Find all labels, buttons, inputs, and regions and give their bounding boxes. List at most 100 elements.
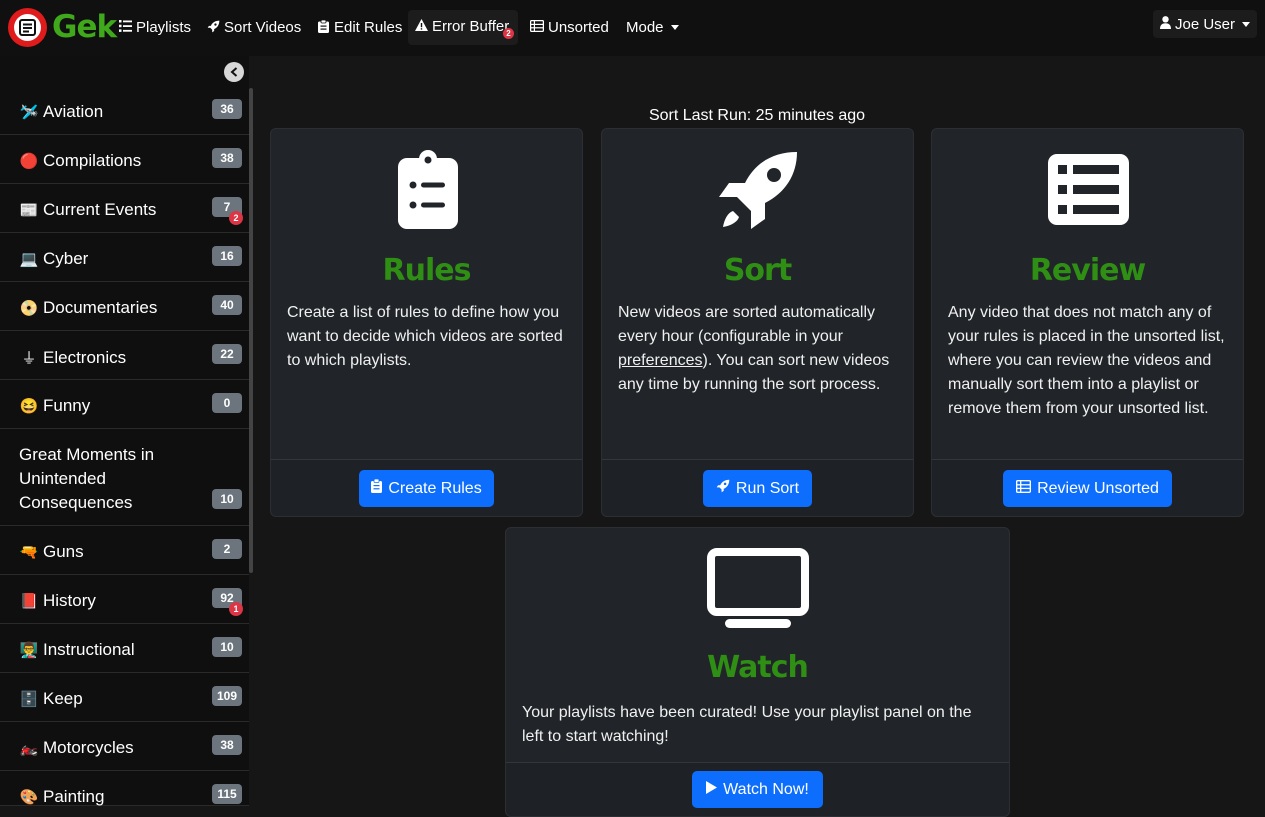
sidebar-scrollbar[interactable] bbox=[249, 88, 253, 573]
card-title: Rules bbox=[382, 253, 472, 288]
airplane-icon: 🛩️ bbox=[19, 104, 39, 121]
sidebar-item-motorcycles[interactable]: 🏍️ Motorcycles 38 bbox=[0, 723, 249, 771]
playlist-count-badge: 2 bbox=[212, 539, 242, 559]
sidebar-item-label: Funny bbox=[43, 396, 91, 415]
playlist-count-badge: 16 bbox=[212, 246, 242, 266]
sidebar-item-label: Cyber bbox=[43, 249, 89, 268]
run-sort-label: Run Sort bbox=[735, 479, 800, 497]
playlist-count-badge: 38 bbox=[212, 735, 242, 755]
preferences-link[interactable]: preferences bbox=[618, 352, 703, 369]
user-menu-button[interactable]: Joe User bbox=[1153, 10, 1257, 38]
sidebar-item-current-events[interactable]: 📰 Current Events 7 2 bbox=[0, 185, 249, 233]
clipboard-icon bbox=[316, 19, 330, 36]
card-footer: Run Sort bbox=[602, 459, 913, 516]
alert-count-badge: 1 bbox=[229, 602, 243, 616]
card-footer: Review Unsorted bbox=[932, 459, 1243, 516]
sidebar-item-documentaries[interactable]: 📀 Documentaries 40 bbox=[0, 283, 249, 331]
play-icon bbox=[706, 780, 718, 799]
sidebar-item-label: Instructional bbox=[43, 640, 135, 659]
sidebar-item-history[interactable]: 📕 History 92 1 bbox=[0, 576, 249, 624]
playlist-count-badge: 38 bbox=[212, 148, 242, 168]
logo-icon[interactable] bbox=[8, 8, 47, 47]
card-title: Review bbox=[1029, 253, 1146, 288]
create-rules-button[interactable]: Create Rules bbox=[359, 470, 494, 507]
sidebar-item-cyber[interactable]: 💻 Cyber 16 bbox=[0, 234, 249, 282]
clipboard-list-icon bbox=[397, 150, 459, 235]
nav-error-buffer[interactable]: Error Buffer bbox=[414, 18, 509, 35]
card-text: Any video that does not match any of you… bbox=[948, 304, 1225, 417]
card-footer: Create Rules bbox=[271, 459, 582, 516]
clipboard-icon bbox=[371, 478, 383, 498]
table-list-icon bbox=[1016, 479, 1032, 498]
collapse-sidebar-button[interactable] bbox=[224, 62, 244, 82]
top-navbar: Gek Playlists Sort Videos Edit Rules Err… bbox=[0, 0, 1265, 56]
dvd-icon: 📀 bbox=[19, 300, 39, 317]
nav-unsorted[interactable]: Unsorted bbox=[529, 19, 609, 36]
sidebar-item-label: Guns bbox=[43, 542, 84, 561]
card-text: Create a list of rules to define how you… bbox=[287, 304, 563, 369]
playlist-count-badge: 22 bbox=[212, 344, 242, 364]
user-icon bbox=[1159, 15, 1171, 33]
playlist-count-badge: 109 bbox=[212, 686, 242, 706]
sidebar-item-painting[interactable]: 🎨 Painting 115 bbox=[0, 772, 249, 806]
playlist-count-badge: 40 bbox=[212, 295, 242, 315]
watch-card: Watch Your playlists have been curated! … bbox=[505, 527, 1010, 817]
nav-playlists[interactable]: Playlists bbox=[118, 19, 191, 36]
nav-unsorted-label: Unsorted bbox=[548, 19, 609, 36]
list-icon bbox=[118, 20, 132, 35]
run-sort-button[interactable]: Run Sort bbox=[703, 470, 812, 507]
card-footer: Watch Now! bbox=[506, 762, 1009, 816]
table-list-icon bbox=[529, 19, 545, 35]
sidebar-item-keep[interactable]: 🗄️ Keep 109 bbox=[0, 674, 249, 722]
sidebar-item-label: Current Events bbox=[43, 200, 157, 219]
playlist-count-badge: 0 bbox=[212, 393, 242, 413]
laughing-face-icon: 😆 bbox=[19, 398, 39, 415]
create-rules-label: Create Rules bbox=[388, 479, 482, 497]
card-title: Sort bbox=[723, 253, 792, 288]
watch-now-button[interactable]: Watch Now! bbox=[692, 771, 823, 808]
nav-sort-videos-label: Sort Videos bbox=[224, 19, 302, 36]
tv-icon bbox=[707, 548, 809, 634]
sidebar-item-label: Painting bbox=[43, 787, 105, 806]
review-unsorted-label: Review Unsorted bbox=[1037, 479, 1159, 497]
sidebar-item-great-moments[interactable]: Great Moments in Unintended Consequences… bbox=[0, 430, 249, 526]
nav-edit-rules[interactable]: Edit Rules bbox=[316, 19, 402, 36]
sidebar-item-instructional[interactable]: 👨‍🏫 Instructional 10 bbox=[0, 625, 249, 673]
ground-symbol-icon: ⏚ bbox=[21, 350, 37, 367]
warning-icon bbox=[414, 19, 428, 34]
sidebar-item-label: Great Moments in Unintended Consequences bbox=[19, 445, 155, 512]
sidebar-item-label: Compilations bbox=[43, 151, 142, 170]
alert-count-badge: 2 bbox=[229, 211, 243, 225]
brand-name[interactable]: Gek bbox=[52, 9, 117, 45]
rocket-icon bbox=[717, 151, 799, 236]
playlist-count-badge: 10 bbox=[212, 637, 242, 657]
sidebar-item-label: Electronics bbox=[43, 348, 127, 367]
red-circle-icon: 🔴 bbox=[19, 153, 39, 170]
nav-mode-dropdown[interactable]: Mode bbox=[626, 19, 679, 36]
water-pistol-icon: 🔫 bbox=[19, 544, 39, 561]
sidebar-item-label: Motorcycles bbox=[43, 738, 134, 757]
sidebar-item-aviation[interactable]: 🛩️ Aviation 36 bbox=[0, 87, 249, 135]
sidebar-item-guns[interactable]: 🔫 Guns 2 bbox=[0, 527, 249, 575]
nav-mode-label: Mode bbox=[626, 19, 664, 36]
playlist-count-badge: 36 bbox=[212, 99, 242, 119]
sidebar-item-compilations[interactable]: 🔴 Compilations 38 bbox=[0, 136, 249, 184]
review-unsorted-button[interactable]: Review Unsorted bbox=[1003, 470, 1172, 507]
nav-playlists-label: Playlists bbox=[136, 19, 192, 36]
rocket-icon bbox=[716, 479, 730, 498]
sidebar-item-funny[interactable]: 😆 Funny 0 bbox=[0, 381, 249, 429]
watch-now-label: Watch Now! bbox=[723, 780, 809, 798]
error-count-badge: 2 bbox=[503, 28, 514, 39]
review-card: Review Any video that does not match any… bbox=[931, 128, 1244, 517]
laptop-icon: 💻 bbox=[19, 251, 39, 268]
chevron-left-icon bbox=[230, 65, 238, 80]
sort-text-before: New videos are sorted automatically ever… bbox=[618, 304, 876, 345]
card-text: New videos are sorted automatically ever… bbox=[618, 301, 903, 397]
playlist-count-badge: 115 bbox=[212, 784, 242, 804]
nav-sort-videos[interactable]: Sort Videos bbox=[206, 19, 301, 36]
user-name: Joe User bbox=[1174, 15, 1236, 33]
motorcycle-icon: 🏍️ bbox=[19, 740, 39, 757]
sort-last-run-status: Sort Last Run: 25 minutes ago bbox=[648, 107, 866, 124]
sidebar-item-electronics[interactable]: ⏚ Electronics 22 bbox=[0, 332, 249, 380]
sort-card: Sort New videos are sorted automatically… bbox=[601, 128, 914, 517]
